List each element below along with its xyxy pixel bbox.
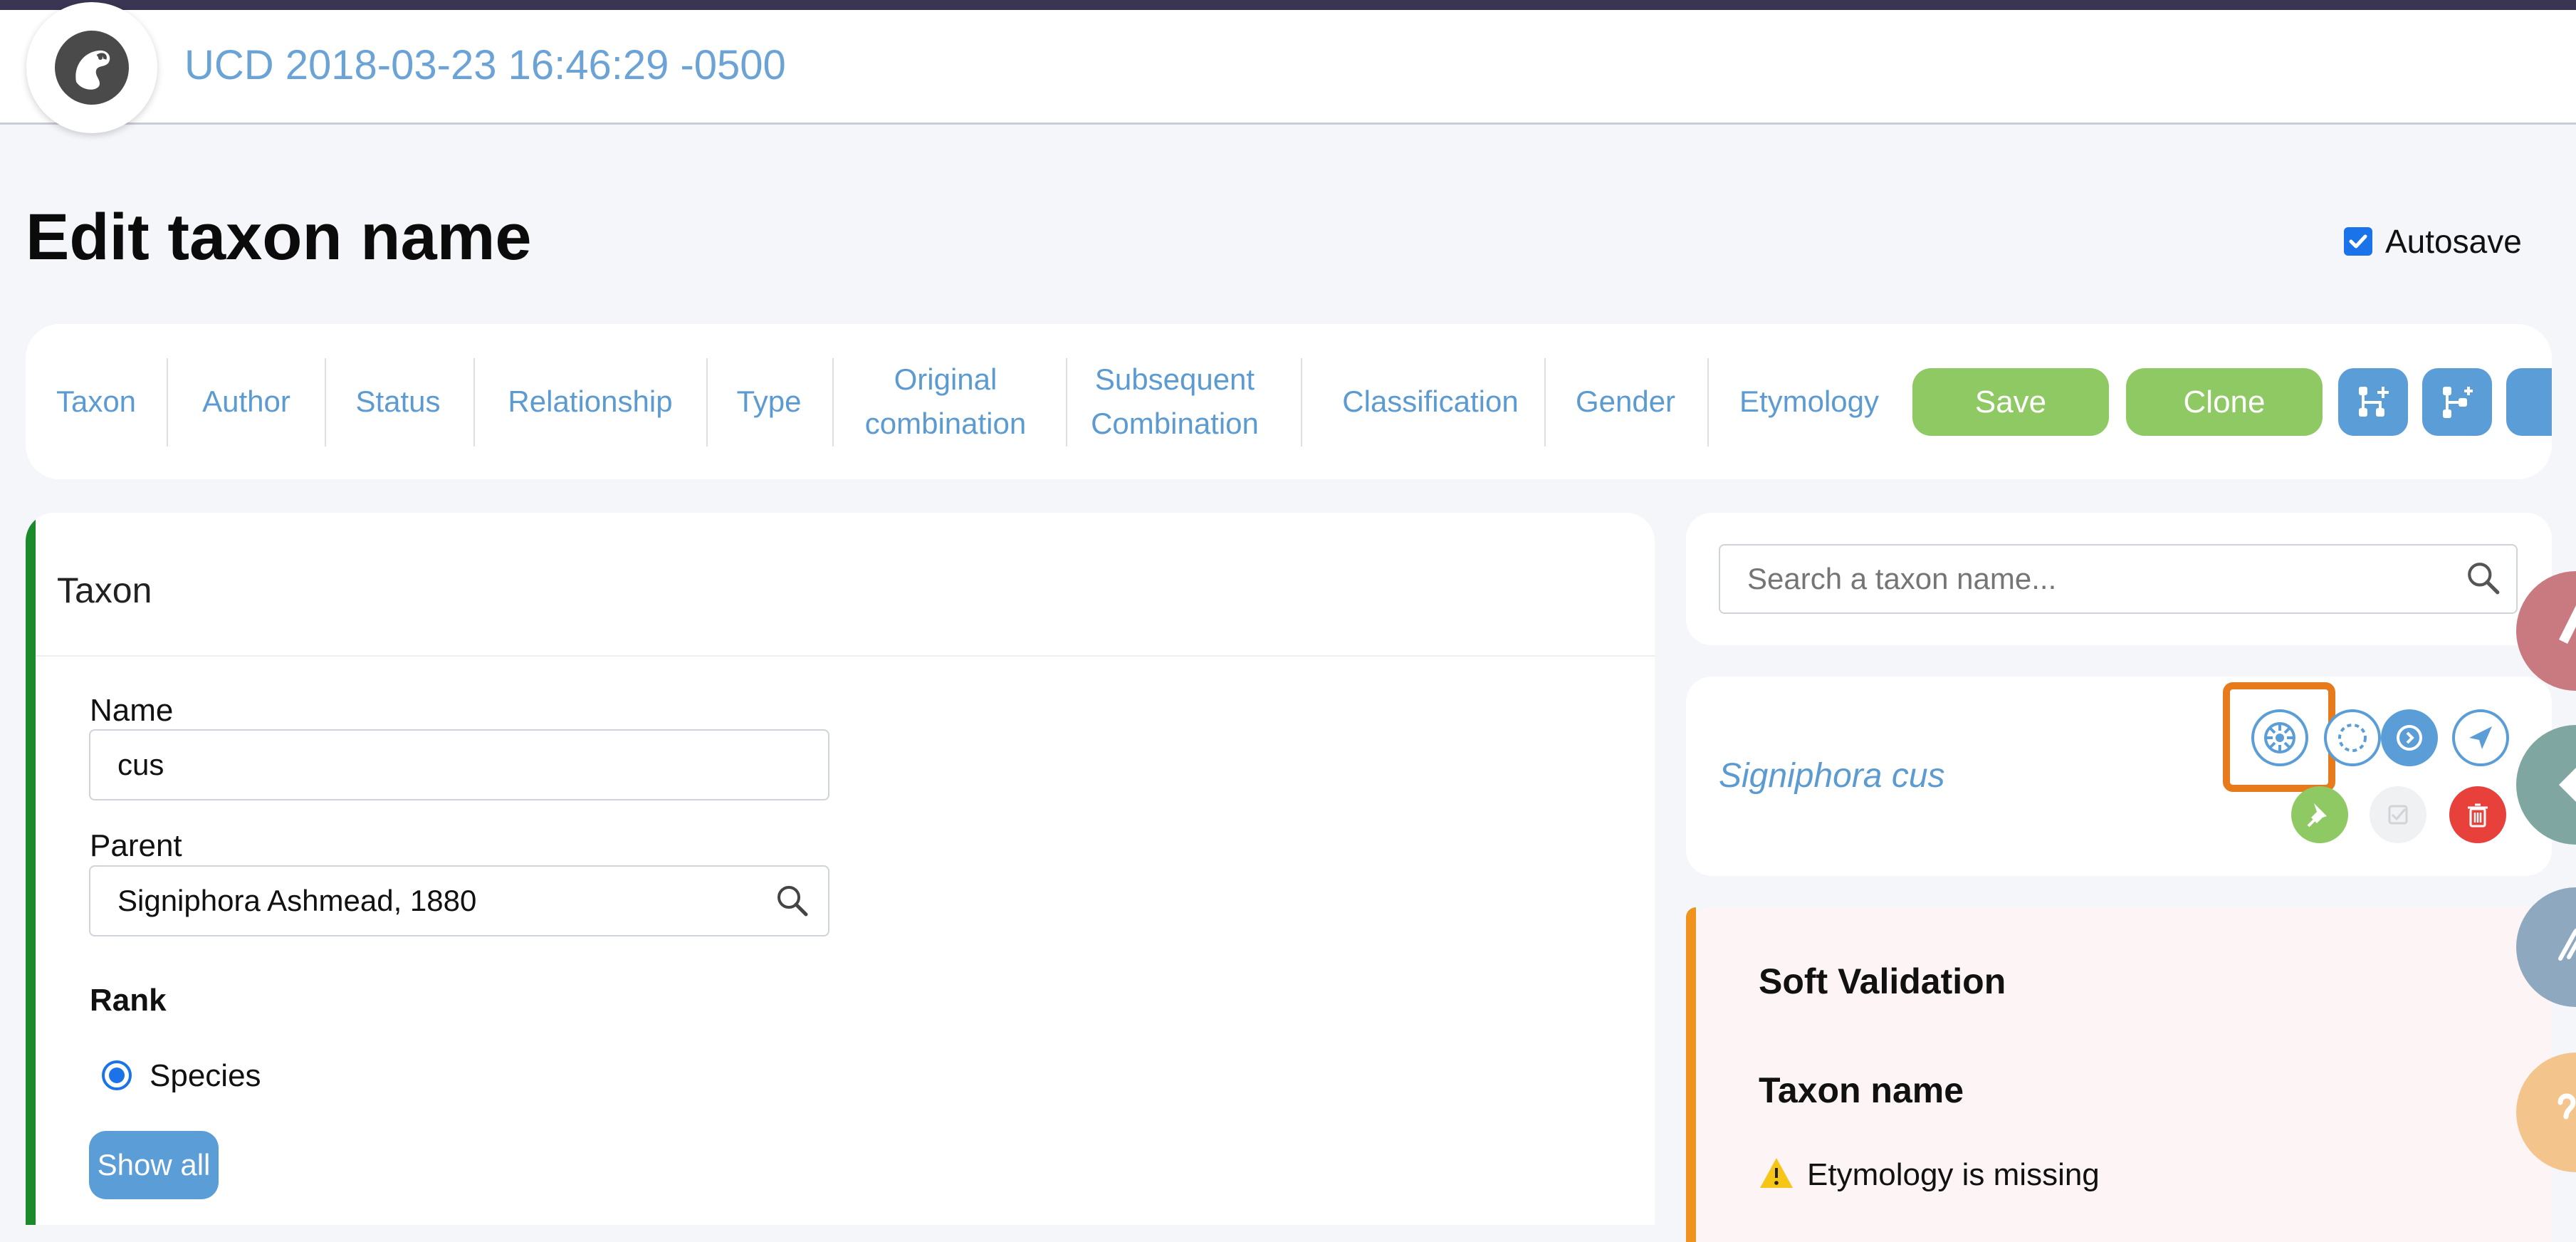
nav-original-combination[interactable]: Original combination	[860, 324, 1031, 479]
taxon-search-input[interactable]	[1719, 544, 2518, 614]
default-select-icon-button[interactable]	[2370, 786, 2426, 843]
nav-type[interactable]: Type	[733, 324, 805, 479]
nav-divider	[167, 358, 168, 447]
nav-gender[interactable]: Gender	[1572, 324, 1679, 479]
search-icon[interactable]	[2465, 560, 2502, 600]
browse-icon-button[interactable]	[2452, 709, 2509, 766]
clone-button[interactable]: Clone	[2126, 368, 2323, 436]
rank-label: Rank	[90, 983, 167, 1018]
nav-subsequent-combination[interactable]: Subsequent Combination	[1089, 324, 1260, 479]
project-title[interactable]: UCD 2018-03-23 16:46:29 -0500	[184, 41, 786, 89]
show-all-button[interactable]: Show all	[89, 1131, 219, 1199]
child-add-icon	[2443, 386, 2473, 418]
more-button[interactable]	[2506, 368, 2552, 436]
panel-divider	[36, 655, 1655, 657]
save-button[interactable]: Save	[1912, 368, 2109, 436]
name-input[interactable]: cus	[89, 729, 829, 800]
trash-icon	[2468, 803, 2488, 828]
nav-divider	[832, 358, 834, 447]
radial-object-icon	[2338, 724, 2367, 752]
nav-status[interactable]: Status	[352, 324, 444, 479]
warning-icon	[1759, 1157, 1794, 1193]
nav-author[interactable]: Author	[197, 324, 296, 479]
validation-warning-text: Etymology is missing	[1807, 1157, 2100, 1192]
section-navbar: Taxon Author Status Relationship Type Or…	[26, 324, 2552, 479]
checkmark-icon	[2349, 234, 2367, 249]
top-strip	[0, 0, 2576, 10]
pin-icon-button[interactable]	[2291, 786, 2348, 843]
name-label: Name	[90, 693, 174, 728]
parent-input[interactable]: Signiphora Ashmead, 1880	[89, 865, 829, 936]
nav-relationship[interactable]: Relationship	[501, 324, 679, 479]
nav-divider	[1301, 358, 1302, 447]
check-square-icon	[2388, 805, 2408, 825]
parent-value: Signiphora Ashmead, 1880	[117, 884, 477, 917]
new-child-icon-button[interactable]	[2422, 368, 2492, 436]
nav-divider	[473, 358, 475, 447]
taxon-preview-link[interactable]: Signiphora cus	[1719, 756, 1945, 795]
species-radio[interactable]	[102, 1060, 132, 1090]
navigation-arrow-icon	[2469, 726, 2492, 749]
nav-divider	[1544, 358, 1546, 447]
logo-icon	[55, 31, 129, 105]
nav-divider	[325, 358, 326, 447]
nav-divider	[1066, 358, 1067, 447]
app-logo[interactable]	[26, 2, 157, 133]
parent-search-icon[interactable]	[775, 883, 810, 922]
delete-icon-button[interactable]	[2449, 786, 2506, 843]
nav-etymology[interactable]: Etymology	[1734, 324, 1884, 479]
nav-taxon[interactable]: Taxon	[56, 324, 136, 479]
taxon-panel-title: Taxon	[57, 570, 152, 610]
soft-validation-title: Soft Validation	[1759, 961, 2006, 1001]
autosave-toggle[interactable]: Autosave	[2344, 222, 2522, 261]
page-title: Edit taxon name	[26, 201, 532, 273]
panel-accent	[26, 513, 36, 1225]
autosave-checkbox[interactable]	[2344, 227, 2372, 256]
species-label: Species	[150, 1058, 261, 1093]
radial-object-icon-button[interactable]	[2324, 709, 2381, 766]
tree-add-icon	[2359, 386, 2389, 417]
parent-label: Parent	[90, 828, 182, 863]
name-value: cus	[117, 748, 164, 781]
radial-navigator-icon-button[interactable]	[2381, 709, 2438, 766]
validation-accent	[1686, 907, 1696, 1242]
navigator-icon	[2397, 725, 2422, 751]
nav-divider	[706, 358, 708, 447]
pin-icon	[2307, 803, 2327, 828]
validation-section-title: Taxon name	[1759, 1070, 1964, 1110]
nav-divider	[1707, 358, 1709, 447]
nav-classification[interactable]: Classification	[1327, 324, 1534, 479]
new-taxon-icon-button[interactable]	[2338, 368, 2408, 436]
autosave-label: Autosave	[2385, 223, 2522, 260]
focus-highlight	[2223, 682, 2335, 792]
